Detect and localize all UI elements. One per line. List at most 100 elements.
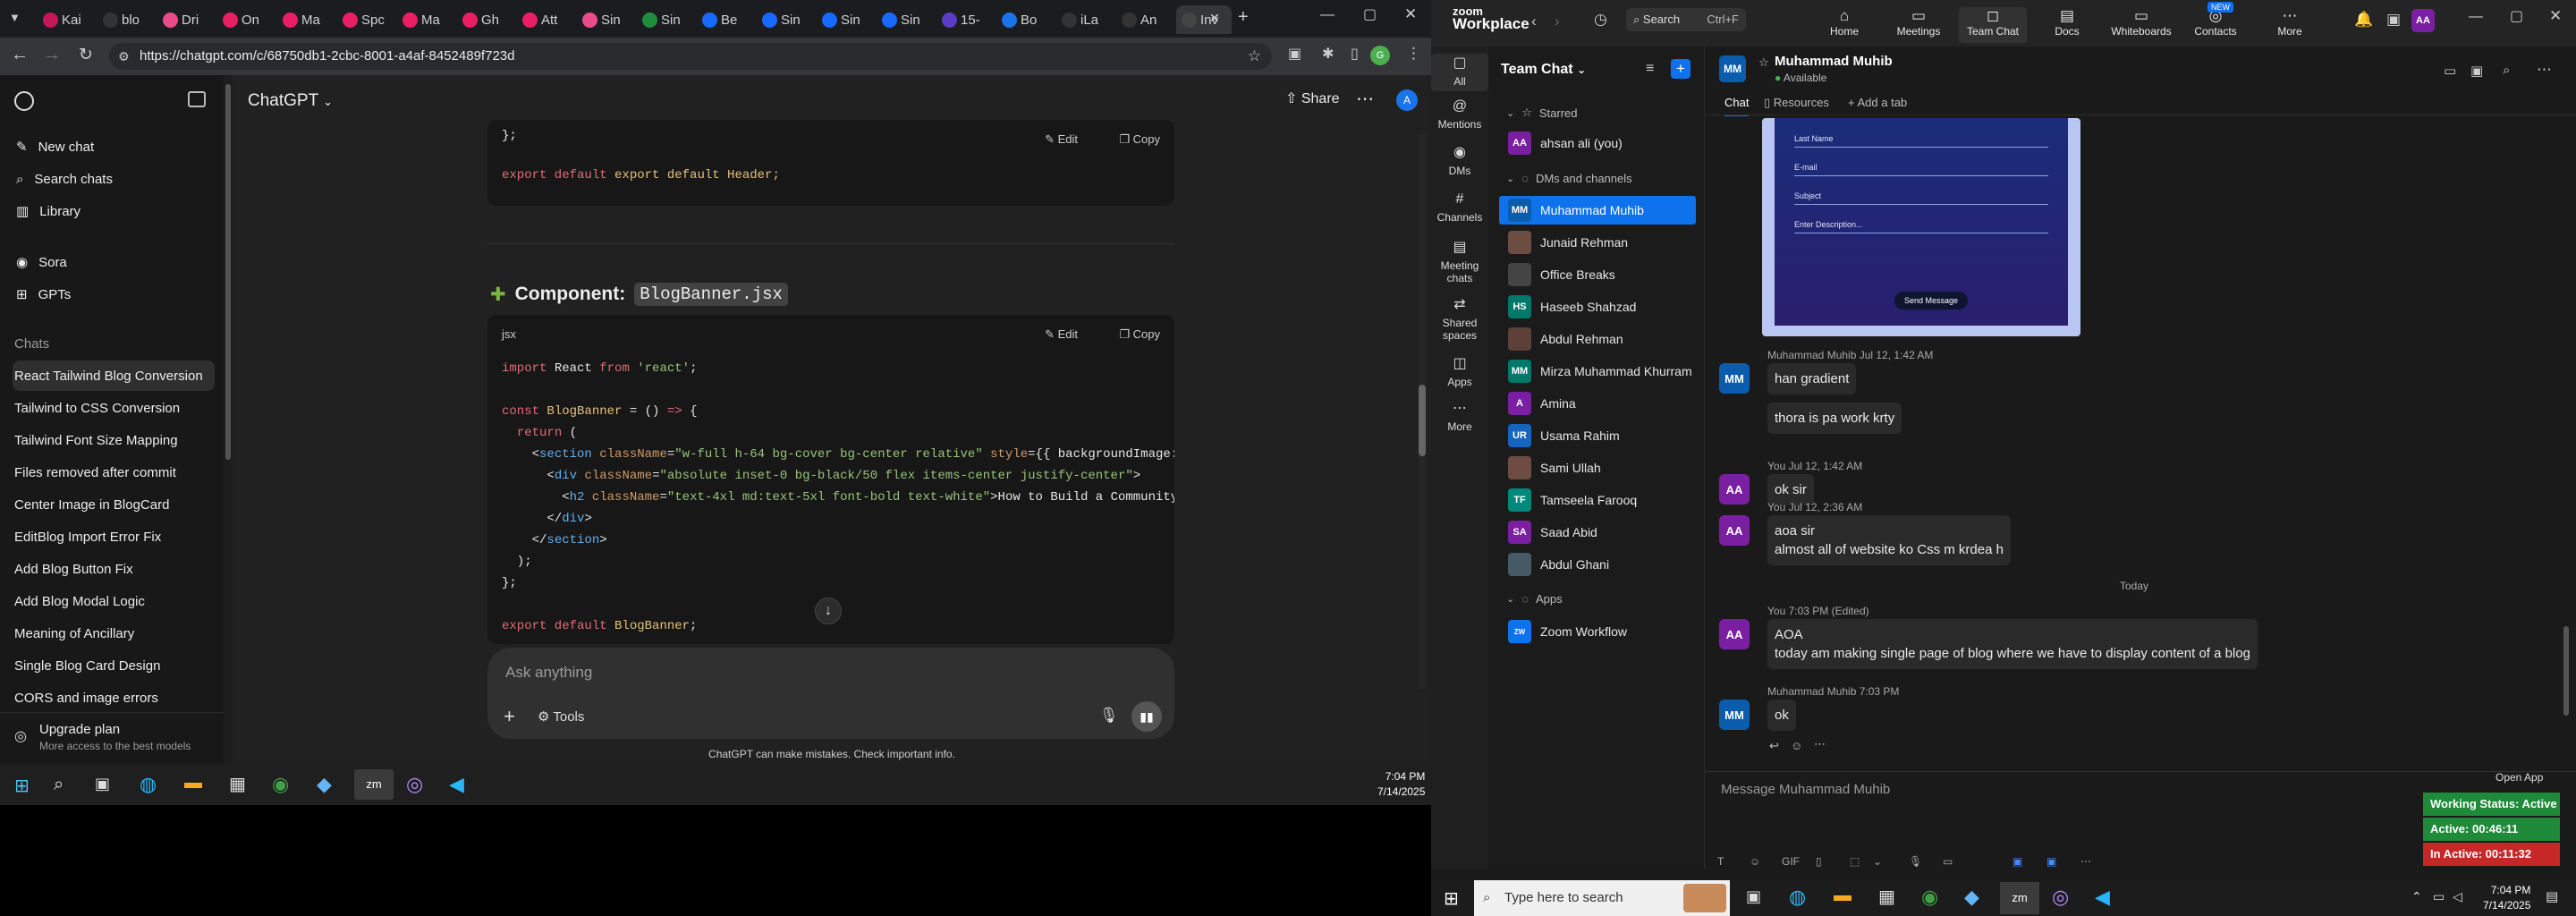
screen-share-icon[interactable]: ▣ — [2470, 63, 2483, 79]
edit-code-button[interactable]: ✎ Edit — [1045, 132, 1078, 147]
browser-tab[interactable]: iLa — [1056, 5, 1112, 34]
tab-chat[interactable]: Chat — [1724, 96, 1750, 116]
account-avatar[interactable]: A — [1396, 89, 1418, 111]
bookmark-star-icon[interactable]: ☆ — [1248, 43, 1261, 70]
openai-logo-icon[interactable] — [14, 91, 34, 111]
contact-item[interactable]: Abdul Rehman — [1499, 325, 1696, 353]
app-zoom-workflow[interactable]: ZW Zoom Workflow — [1499, 617, 1696, 646]
close-tab-icon[interactable]: ✕ — [1209, 11, 1220, 26]
contact-item[interactable]: TF Tamseela Farooq — [1499, 486, 1696, 514]
taskbar-search-box[interactable]: ⌕ Type here to search — [1474, 880, 1730, 916]
library-button[interactable]: ▥ Library — [13, 197, 215, 225]
nav-chat[interactable]: ◻ Team Chat — [1959, 7, 2027, 43]
more-options-icon[interactable]: ⋯ — [1356, 88, 1374, 110]
chat-header-name[interactable]: Muhammad Muhib — [1775, 54, 1893, 69]
task-view-icon[interactable]: ▣ — [95, 775, 110, 793]
zoom-taskbar-icon[interactable]: zm — [2000, 882, 2039, 914]
chat-history-item[interactable]: EditBlog Import Error Fix — [13, 522, 215, 552]
edge-icon[interactable]: ◍ — [140, 773, 157, 796]
video-call-icon[interactable]: ▭ — [2444, 63, 2456, 79]
browser-tab[interactable]: Ma — [277, 5, 333, 34]
store-icon[interactable]: ▦ — [1878, 886, 1895, 908]
rail-item[interactable]: ◉ DMs — [1431, 146, 1488, 178]
chat-history-item[interactable]: Single Blog Card Design — [13, 650, 215, 681]
reload-icon[interactable]: ↻ — [79, 45, 93, 65]
chat-search-icon[interactable]: ⌕ — [2503, 63, 2510, 78]
browser-tab[interactable]: Sin — [577, 5, 632, 34]
windows-start-icon[interactable]: ⊞ — [1444, 887, 1459, 910]
message-bubble[interactable]: AOA today am making single page of blog w… — [1767, 619, 2258, 669]
chat-more-icon[interactable]: ⋯ — [2537, 61, 2552, 79]
copy-code-button[interactable]: ❐ Copy — [1119, 327, 1160, 342]
message-more-icon[interactable]: ⋯ — [1814, 737, 1826, 751]
apps-section[interactable]: ⌄ ◌ Apps — [1506, 592, 1563, 606]
forward-icon[interactable]: → — [43, 45, 61, 65]
chat-history-item[interactable]: Meaning of Ancillary — [13, 618, 215, 649]
starred-section[interactable]: ⌄ ☆ Starred — [1506, 106, 1578, 120]
taskbar-search-icon[interactable]: ⌕ — [54, 775, 64, 795]
contact-self[interactable]: AA ahsan ali (you) — [1499, 129, 1696, 157]
contact-item[interactable]: HS Haseeb Shahzad — [1499, 293, 1696, 321]
prompt-input[interactable]: Ask anything — [505, 664, 592, 682]
close-window-button[interactable]: ✕ — [1404, 5, 1417, 23]
vscode-blue-icon[interactable]: ◆ — [1964, 886, 1979, 909]
chrome-taskbar-icon[interactable]: ◉ — [1921, 886, 1938, 909]
edge-icon[interactable]: ◍ — [1789, 886, 1806, 909]
sidebar-scrollbar[interactable] — [224, 75, 233, 764]
contact-item[interactable]: A Amina — [1499, 389, 1696, 418]
contact-item[interactable]: UR Usama Rahim — [1499, 421, 1696, 450]
chat-history-item[interactable]: Center Image in BlogCard — [13, 489, 215, 520]
edit-code-button[interactable]: ✎ Edit — [1045, 327, 1078, 342]
browser-tab[interactable]: Dri — [157, 5, 213, 34]
rail-item[interactable]: ▤ Meeting chats — [1431, 241, 1488, 285]
nav-more[interactable]: ⋯ More — [2256, 7, 2324, 43]
task-view-icon[interactable]: ▣ — [1746, 887, 1761, 906]
video-message-icon[interactable]: ▭ — [1943, 855, 1953, 868]
back-icon[interactable]: ‹ — [1531, 13, 1537, 30]
scroll-down-button[interactable]: ↓ — [815, 598, 842, 624]
chat-scrollbar[interactable] — [2563, 626, 2569, 716]
rail-item[interactable]: ▢ All — [1431, 54, 1488, 91]
zoom-search-box[interactable]: ⌕ Search Ctrl+F — [1626, 8, 1746, 31]
chrome-menu-icon[interactable]: ⋮ — [1406, 45, 1421, 63]
sidepanel-icon[interactable]: ▯ — [1351, 45, 1359, 63]
browser-tab[interactable]: Sin — [817, 5, 872, 34]
browser-tab[interactable]: Inv — [1176, 5, 1232, 34]
rail-item[interactable]: ⋯ More — [1431, 402, 1488, 434]
message-bubble[interactable]: aoa sir almost all of website ko Css m kr… — [1767, 515, 2011, 565]
zoom-app-icon[interactable]: ▣ — [2012, 855, 2022, 868]
reply-icon[interactable]: ↩ — [1769, 739, 1779, 753]
network-icon[interactable]: ▭ — [2433, 889, 2445, 904]
nav-contacts[interactable]: ◎ Contacts — [2182, 7, 2250, 43]
vscode-icon[interactable]: ◀ — [2095, 886, 2110, 909]
contact-item[interactable]: MM Mirza Muhammad Khurram — [1499, 357, 1696, 386]
browser-tab[interactable]: Gh — [457, 5, 513, 34]
star-icon[interactable]: ☆ — [1758, 55, 1769, 70]
audio-icon[interactable]: 🎙 — [1909, 855, 1922, 868]
nav-docs[interactable]: ▤ Docs — [2033, 7, 2101, 43]
maximize-button[interactable]: ▢ — [1363, 5, 1377, 23]
search-chats-button[interactable]: ⌕ Search chats — [13, 165, 215, 193]
vscode-icon[interactable]: ◀ — [449, 773, 464, 796]
screenshot-icon[interactable]: ⬚ — [1850, 855, 1860, 868]
maximize-button[interactable]: ▢ — [2510, 7, 2523, 25]
message-input[interactable]: Message Muhammad Muhib — [1721, 782, 1890, 797]
tools-button[interactable]: ⚙ Tools — [538, 708, 584, 725]
minimize-button[interactable]: — — [1320, 7, 1335, 23]
contact-item[interactable]: Abdul Ghani — [1499, 550, 1696, 579]
team-chat-title[interactable]: Team Chat ⌄ — [1501, 62, 1586, 78]
browser-tab[interactable]: Ma — [397, 5, 453, 34]
rail-item[interactable]: # Channels — [1431, 192, 1488, 225]
new-chat-button[interactable]: ✎ New chat — [13, 132, 215, 161]
address-bar[interactable]: ⚙ https://chatgpt.com/c/68750db1-2cbc-80… — [109, 43, 1272, 70]
close-button[interactable]: ✕ — [2549, 7, 2562, 25]
site-info-icon[interactable]: ⚙ — [118, 43, 130, 70]
contact-item[interactable]: Junaid Rehman — [1499, 228, 1696, 257]
close-sidebar-icon[interactable] — [188, 91, 206, 107]
browser-tab[interactable]: Sin — [637, 5, 692, 34]
chat-history-item[interactable]: CORS and image errors — [13, 683, 215, 713]
volume-icon[interactable]: ◁ — [2453, 889, 2462, 904]
emoji-icon[interactable]: ☺ — [1750, 855, 1760, 868]
main-scrollbar[interactable] — [1419, 134, 1426, 689]
back-icon[interactable]: ← — [11, 45, 29, 65]
